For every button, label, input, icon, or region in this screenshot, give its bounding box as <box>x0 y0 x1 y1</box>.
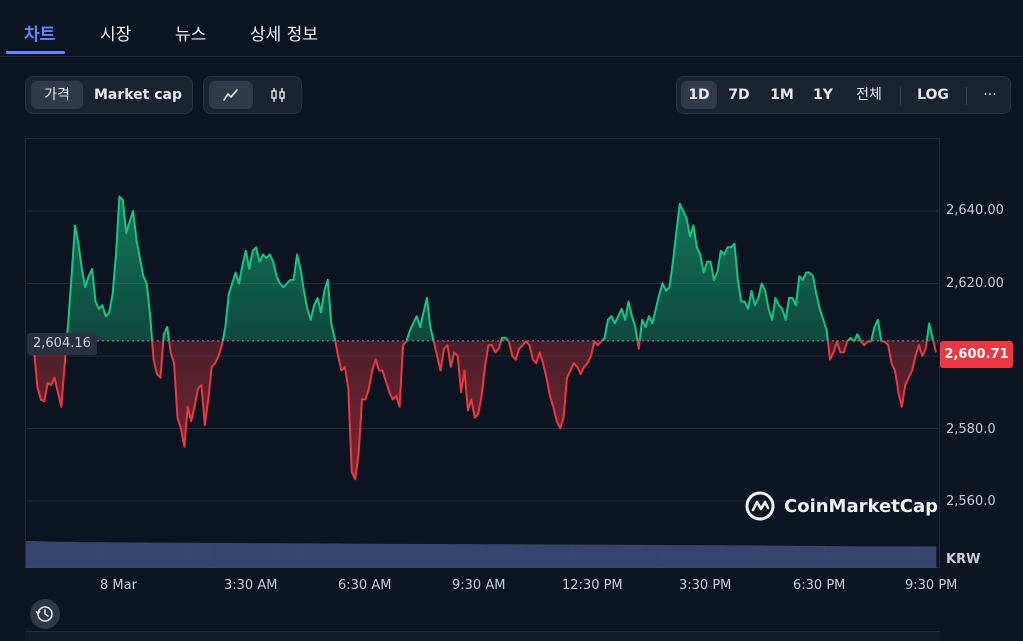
currency-unit-label: KRW <box>946 552 981 567</box>
tab-details[interactable]: 상세 정보 <box>250 20 318 45</box>
x-tick-label: 3:30 PM <box>679 578 732 593</box>
history-icon <box>35 606 53 622</box>
y-tick-label: 2,580.0 <box>946 422 996 437</box>
reference-price-label: 2,604.16 <box>27 333 97 355</box>
line-chart-icon <box>223 89 238 101</box>
chart-type-toggle <box>203 76 302 114</box>
log-scale-button[interactable]: LOG <box>907 81 959 109</box>
x-tick-label: 3:30 AM <box>224 578 278 593</box>
range-divider <box>966 87 967 105</box>
y-tick-label: 2,640.00 <box>946 203 1004 218</box>
tab-bar: 차트 시장 뉴스 상세 정보 <box>0 0 1023 57</box>
coinmarketcap-watermark: CoinMarketCap <box>744 490 938 522</box>
price-button[interactable]: 가격 <box>31 81 83 109</box>
tab-chart[interactable]: 차트 <box>24 20 55 45</box>
range-1m-button[interactable]: 1M <box>763 81 801 109</box>
metric-toggle: 가격 Market cap <box>25 76 193 114</box>
tab-news[interactable]: 뉴스 <box>175 20 206 45</box>
y-tick-label: 2,620.00 <box>946 276 1004 291</box>
y-tick-label: 2,560.0 <box>946 494 996 509</box>
market-cap-button[interactable]: Market cap <box>88 81 188 109</box>
x-tick-label: 9:30 PM <box>905 578 958 593</box>
history-button[interactable] <box>30 599 60 629</box>
active-tab-indicator <box>6 51 65 54</box>
time-range-toggle: 1D 7D 1M 1Y 전체 LOG ··· <box>676 76 1011 114</box>
line-chart-button[interactable] <box>209 81 253 109</box>
range-1y-button[interactable]: 1Y <box>805 81 841 109</box>
current-price-label: 2,600.71 <box>940 341 1013 368</box>
range-divider <box>900 87 901 105</box>
x-tick-label: 6:30 AM <box>338 578 392 593</box>
range-1d-button[interactable]: 1D <box>681 81 717 109</box>
candlestick-icon <box>271 88 285 102</box>
coinmarketcap-logo-icon <box>745 491 775 521</box>
x-tick-label: 12:30 PM <box>562 578 623 593</box>
x-tick-label: 9:30 AM <box>452 578 506 593</box>
more-options-button[interactable]: ··· <box>973 81 1007 109</box>
range-all-button[interactable]: 전체 <box>847 81 891 109</box>
tab-market[interactable]: 시장 <box>100 20 131 45</box>
x-tick-label: 6:30 PM <box>793 578 846 593</box>
range-7d-button[interactable]: 7D <box>721 81 757 109</box>
x-tick-label: 8 Mar <box>100 578 137 593</box>
candlestick-button[interactable] <box>256 81 300 109</box>
